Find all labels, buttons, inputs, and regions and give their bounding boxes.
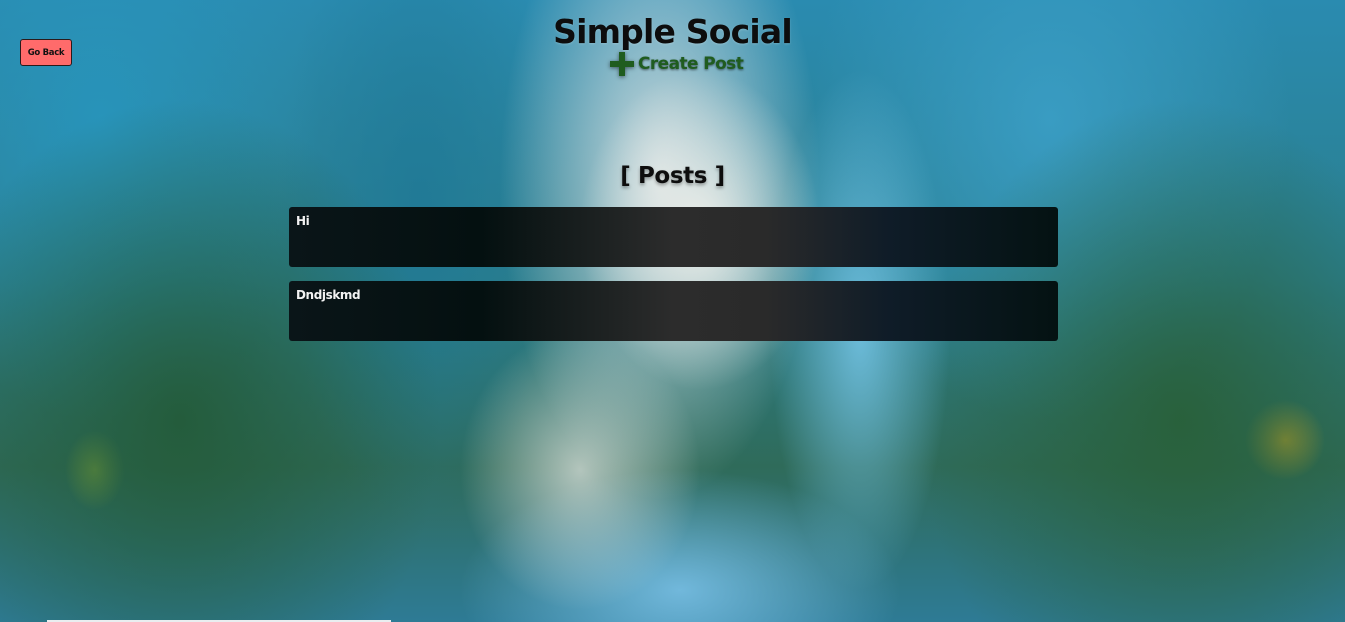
create-post-label: Create Post: [638, 54, 744, 74]
posts-list: Hi Dndjskmd: [289, 207, 1058, 355]
post-text: Hi: [296, 214, 310, 228]
post-card[interactable]: Dndjskmd: [289, 281, 1058, 341]
create-post-link[interactable]: Create Post: [610, 52, 744, 76]
posts-heading: [ Posts ]: [620, 163, 725, 189]
plus-icon: [610, 52, 634, 76]
post-card[interactable]: Hi: [289, 207, 1058, 267]
site-title: Simple Social: [553, 12, 793, 51]
header: Simple Social: [0, 12, 1345, 51]
post-text: Dndjskmd: [296, 288, 361, 302]
